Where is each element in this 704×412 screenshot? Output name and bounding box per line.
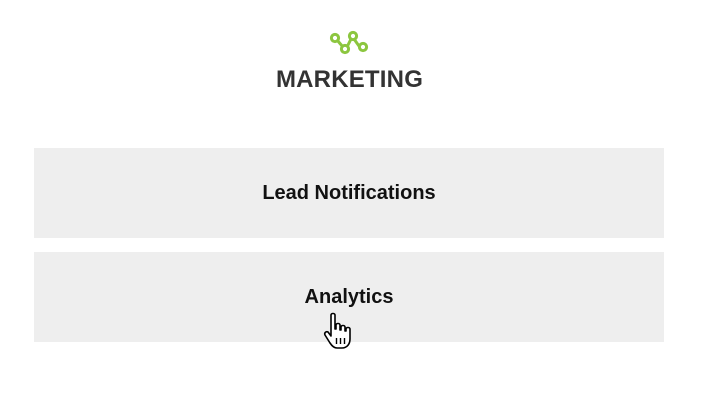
analytics-label: Analytics: [304, 285, 394, 308]
page-title: MARKETING: [275, 66, 424, 93]
lead-notifications-label: Lead Notifications: [262, 181, 436, 204]
hand-pointer-icon: [323, 312, 351, 349]
network-nodes-icon: [329, 30, 369, 55]
marketing-page: MARKETING Lead Notifications Analytics: [0, 0, 704, 412]
lead-notifications-button[interactable]: Lead Notifications: [34, 148, 664, 238]
